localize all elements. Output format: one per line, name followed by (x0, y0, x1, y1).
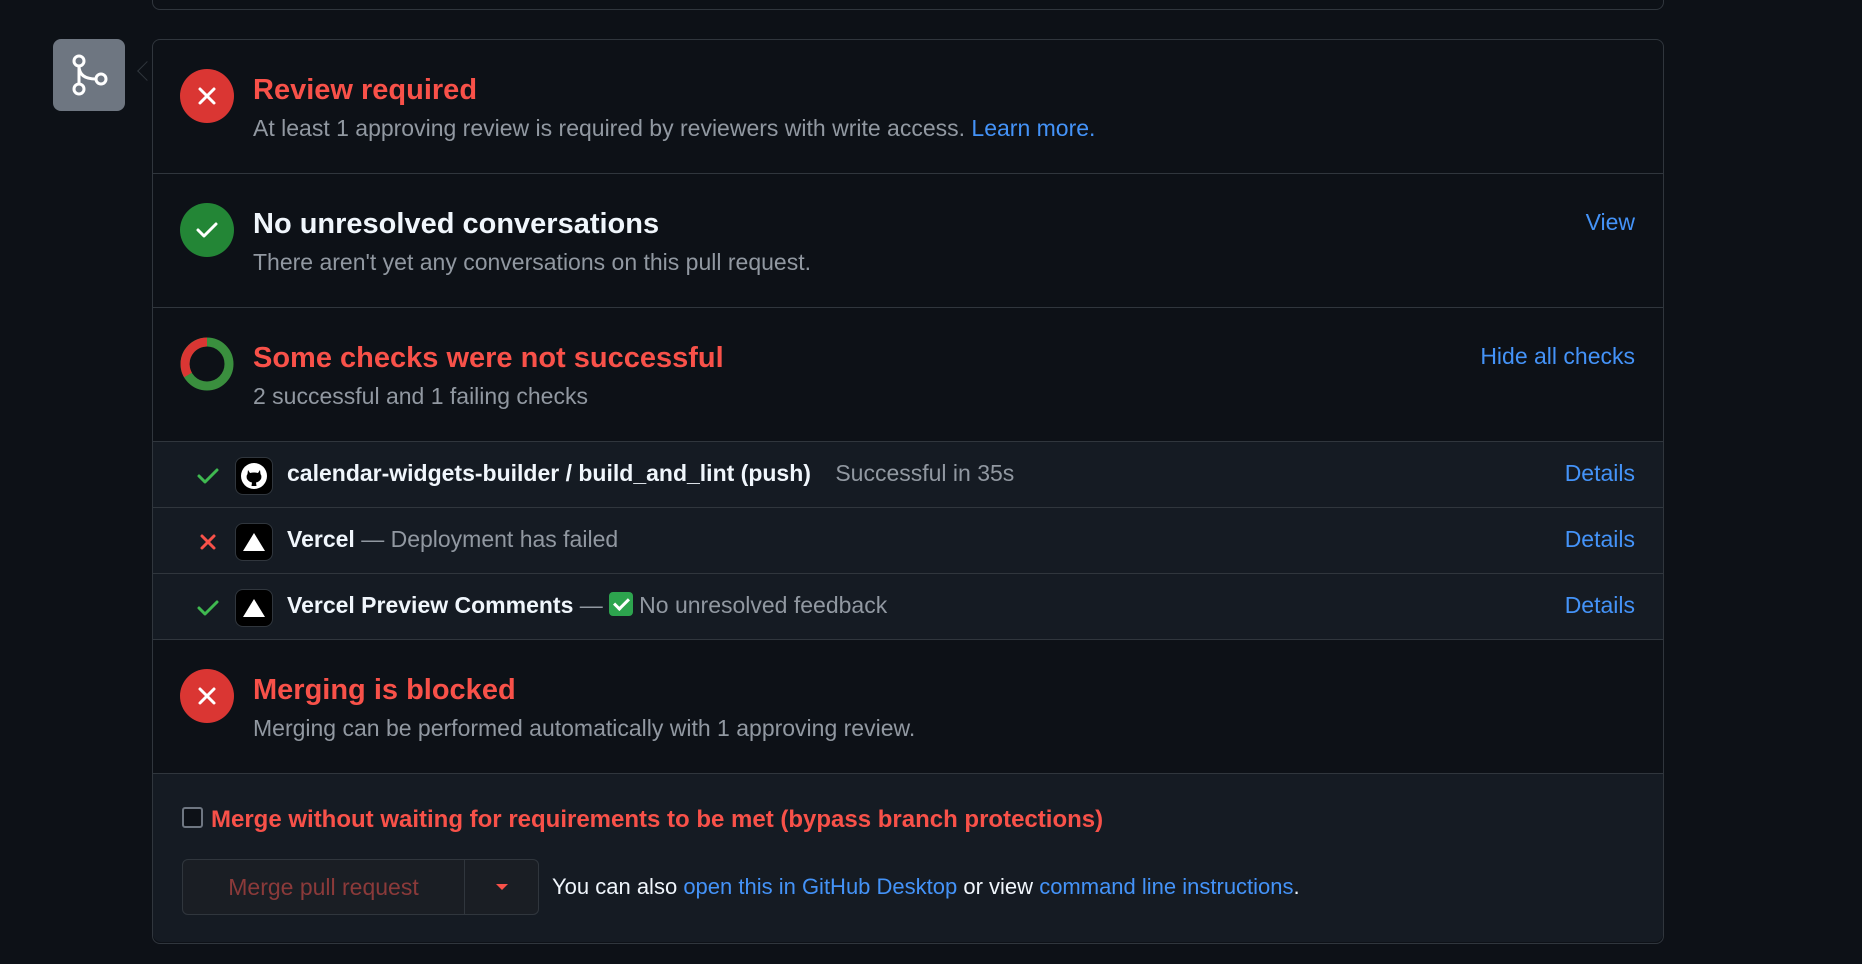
check-icon (195, 463, 221, 489)
bypass-option[interactable]: Merge without waiting for requirements t… (182, 806, 1103, 834)
merge-button-group: Merge pull request (182, 859, 539, 915)
white-check-mark-emoji-icon (609, 592, 634, 616)
details-link[interactable]: Details (1565, 592, 1635, 619)
x-icon (195, 529, 221, 555)
check-name: calendar-widgets-builder / build_and_lin… (287, 460, 811, 486)
conversations-section: No unresolved conversations There aren't… (153, 174, 1663, 308)
details-link[interactable]: Details (1565, 526, 1635, 553)
x-circle-icon (180, 669, 234, 723)
hint-middle: or view (963, 874, 1034, 899)
check-description: Deployment has failed (390, 526, 619, 552)
check-row: Vercel Preview Comments — No unresolved … (153, 574, 1663, 640)
check-name: Vercel Preview Comments (287, 592, 574, 618)
merge-hint: You can also open this in GitHub Desktop… (552, 874, 1300, 900)
vercel-icon (235, 589, 273, 627)
check-row: calendar-widgets-builder / build_and_lin… (153, 442, 1663, 508)
check-name: Vercel (287, 526, 355, 552)
checks-description: 2 successful and 1 failing checks (253, 383, 588, 409)
learn-more-link[interactable]: Learn more. (971, 115, 1095, 141)
review-required-description: At least 1 approving review is required … (253, 115, 1095, 142)
details-link[interactable]: Details (1565, 460, 1635, 487)
donut-status-icon (180, 337, 234, 391)
bypass-checkbox[interactable] (182, 806, 203, 828)
check-separator: — (579, 592, 603, 618)
previous-timeline-box (152, 0, 1664, 10)
check-text: calendar-widgets-builder / build_and_lin… (287, 460, 1014, 487)
check-text: Vercel Preview Comments — No unresolved … (287, 592, 887, 619)
checks-section: Some checks were not successful 2 succes… (153, 308, 1663, 442)
check-description: No unresolved feedback (639, 592, 888, 618)
merging-blocked-title: Merging is blocked (253, 674, 516, 706)
review-description-text: At least 1 approving review is required … (253, 115, 966, 141)
merging-blocked-description: Merging can be performed automatically w… (253, 715, 916, 741)
bypass-label[interactable]: Merge without waiting for requirements t… (211, 806, 1103, 834)
triangle-down-icon (495, 884, 508, 890)
review-required-title: Review required (253, 74, 478, 106)
merge-options-dropdown[interactable] (465, 859, 539, 915)
hint-prefix: You can also (552, 874, 678, 899)
conversations-title: No unresolved conversations (253, 208, 660, 240)
check-icon (195, 595, 221, 621)
check-description: Successful in 35s (835, 460, 1015, 486)
vercel-icon (235, 523, 273, 561)
merge-box: Review required At least 1 approving rev… (152, 39, 1664, 944)
checks-title: Some checks were not successful (253, 342, 724, 374)
review-required-section: Review required At least 1 approving rev… (153, 40, 1663, 174)
command-line-instructions-link[interactable]: command line instructions (1039, 874, 1293, 899)
conversations-description: There aren't yet any conversations on th… (253, 249, 811, 275)
check-row: Vercel — Deployment has failed Details (153, 508, 1663, 574)
check-text: Vercel — Deployment has failed (287, 526, 618, 553)
merge-actions: Merge without waiting for requirements t… (153, 774, 1663, 942)
hint-suffix: . (1293, 874, 1300, 899)
check-separator: — (361, 526, 385, 552)
open-github-desktop-link[interactable]: open this in GitHub Desktop (683, 874, 957, 899)
hide-all-checks-link[interactable]: Hide all checks (1480, 343, 1635, 370)
merging-blocked-section: Merging is blocked Merging can be perfor… (153, 640, 1663, 774)
x-circle-icon (180, 69, 234, 123)
github-icon (235, 457, 273, 495)
view-conversations-link[interactable]: View (1586, 209, 1635, 236)
check-circle-icon (180, 203, 234, 257)
git-merge-icon (53, 39, 125, 111)
merge-pull-request-button[interactable]: Merge pull request (182, 859, 465, 915)
